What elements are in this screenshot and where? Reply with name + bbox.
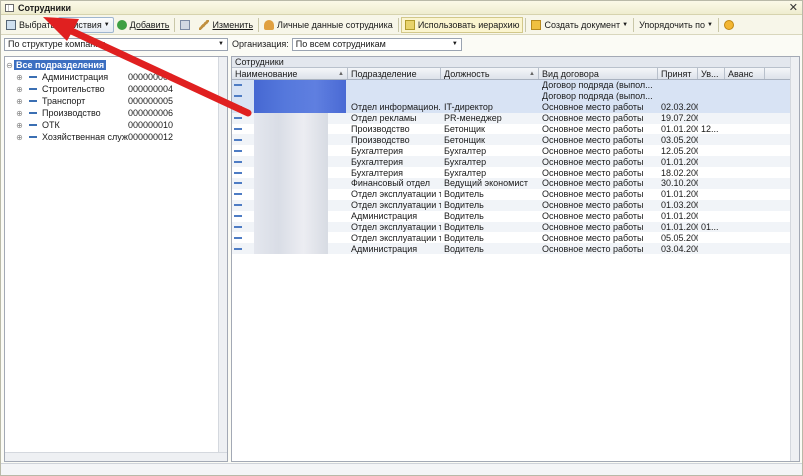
employees-window: Сотрудники ✕ Выбрать Действия ▼ Добавить… [0,0,803,476]
annotation-arrow-shaft [61,24,252,117]
annotation-arrow [43,17,252,117]
